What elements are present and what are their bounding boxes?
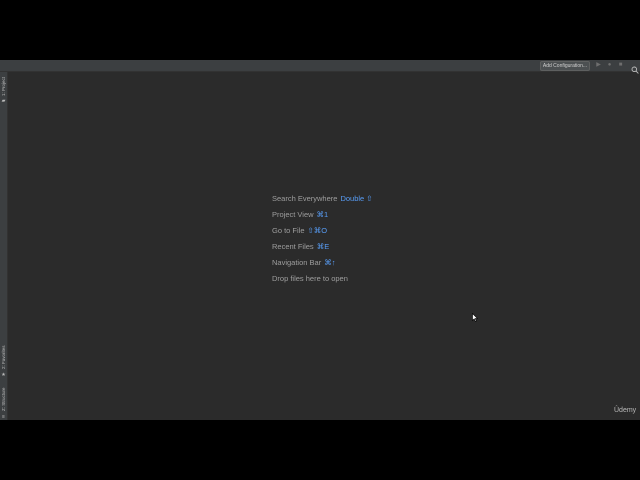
ide-window: Add Configuration... ▶ ● ■ 1: Project ▰ … xyxy=(0,60,640,420)
hint-recent-files: Recent Files ⌘E xyxy=(272,242,373,258)
structure-icon: ≡ xyxy=(2,414,5,420)
folder-icon: ▰ xyxy=(1,98,6,104)
hint-shortcut: ⇧⌘O xyxy=(307,226,328,235)
hint-label: Project View xyxy=(272,210,314,219)
hint-label: Recent Files xyxy=(272,242,314,251)
hint-shortcut: ⌘1 xyxy=(316,210,329,219)
structure-tool-tab[interactable]: Z: Structure xyxy=(0,384,7,414)
hint-label: Search Everywhere xyxy=(272,194,338,203)
hint-go-to-file: Go to File ⇧⌘O xyxy=(272,226,373,242)
hint-shortcut: ⌘E xyxy=(316,242,330,251)
star-icon: ★ xyxy=(1,372,6,378)
favorites-tool-tab[interactable]: 2: Favorites xyxy=(0,342,7,372)
udemy-watermark: Ûdemy xyxy=(614,407,637,414)
hint-project-view: Project View ⌘1 xyxy=(272,210,373,226)
navigation-toolbar: Add Configuration... ▶ ● ■ xyxy=(0,60,640,74)
left-tool-window-stripe: 1: Project ▰ 2: Favorites ★ Z: Structure… xyxy=(0,72,8,420)
search-icon[interactable] xyxy=(631,61,639,74)
add-configuration-button[interactable]: Add Configuration... xyxy=(540,61,590,71)
run-icon[interactable]: ▶ xyxy=(595,62,602,69)
hint-navigation-bar: Navigation Bar ⌘↑ xyxy=(272,258,373,274)
stop-icon[interactable]: ■ xyxy=(617,62,624,69)
mouse-cursor-icon xyxy=(472,309,479,322)
hint-label: Go to File xyxy=(272,226,305,235)
welcome-hints: Search Everywhere Double ⇧ Project View ⌘1… xyxy=(272,194,373,290)
debug-icon[interactable]: ● xyxy=(606,62,613,69)
hint-shortcut: Double ⇧ xyxy=(340,194,373,203)
hint-label: Navigation Bar xyxy=(272,258,322,267)
hint-shortcut: ⌘↑ xyxy=(324,258,336,267)
hint-search-everywhere: Search Everywhere Double ⇧ xyxy=(272,194,373,210)
drop-files-hint: Drop files here to open xyxy=(272,274,348,283)
project-tool-tab[interactable]: 1: Project xyxy=(0,74,7,98)
